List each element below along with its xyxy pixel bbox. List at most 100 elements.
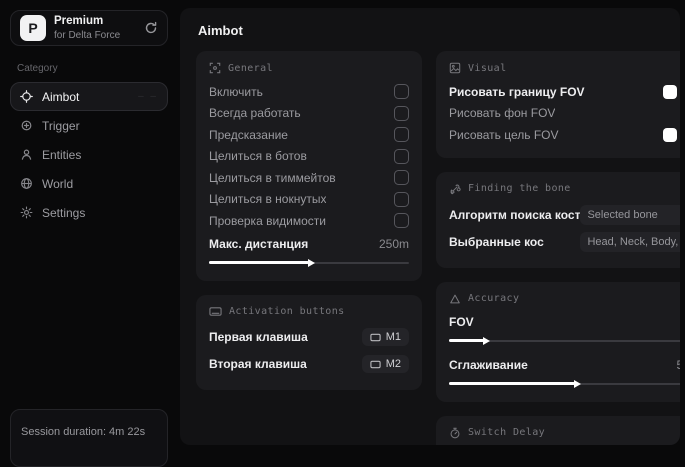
panel-title-text: Activation buttons [229, 305, 345, 317]
bone-algorithm-dropdown[interactable]: Selected bone [580, 205, 680, 225]
panel-title-text: Finding the bone [468, 183, 571, 194]
setting-row: Целиться в нокнутых [209, 189, 409, 211]
keybind-row: Вторая клавиша M2 [209, 351, 409, 378]
setting-row: Проверка видимости [209, 210, 409, 232]
visual-panel: Visual Рисовать границу FOV Рисовать фон… [436, 51, 680, 158]
page-title: Aimbot [198, 23, 243, 38]
sidebar-item-label: World [42, 176, 74, 191]
color-swatch-fov-target[interactable] [663, 127, 678, 142]
keybind-label: Вторая клавиша [209, 357, 307, 371]
sidebar-item-trigger[interactable]: Trigger [10, 111, 168, 140]
checkbox-target-bots[interactable] [394, 148, 409, 164]
keybind-button-2[interactable]: M2 [361, 355, 409, 373]
brand-logo: P [20, 15, 46, 41]
dropdown-row: Алгоритм поиска кост Selected bone [449, 202, 680, 229]
crosshair-icon [20, 90, 33, 103]
selected-bones-dropdown[interactable]: Head, Neck, Body, Pe.. [580, 232, 680, 252]
smoothing-value: 50% [676, 357, 680, 372]
setting-label: Рисовать цель FOV [449, 127, 559, 142]
sidebar-item-label: Aimbot [42, 89, 80, 104]
dropdown-row: Выбранные кос Head, Neck, Body, Pe.. [449, 229, 680, 256]
mouse-key-icon [370, 333, 381, 341]
fov-label: FOV [449, 314, 474, 329]
image-icon [449, 62, 461, 74]
accuracy-panel: Accuracy FOV 50° Сглаживание 50% [436, 281, 680, 402]
entities-icon [20, 148, 33, 161]
stopwatch-icon [450, 427, 460, 438]
session-duration-text: Session duration: 4m 22s [21, 426, 146, 438]
switch-delay-panel: Switch Delay Задержка переключения Задер… [436, 415, 680, 445]
setting-label: Целиться в нокнутых [209, 192, 327, 207]
general-panel: General Включить Всегда работать Предска… [196, 51, 422, 281]
keybind-button-1[interactable]: M1 [361, 328, 409, 346]
setting-label: Предсказание [209, 127, 288, 142]
setting-row: Всегда работать [209, 103, 409, 125]
dropdown-label: Выбранные кос [449, 235, 544, 249]
checkbox-always-work[interactable] [394, 105, 409, 121]
sidebar-item-aimbot[interactable]: Aimbot – – [10, 82, 168, 111]
sidebar-item-settings[interactable]: Settings [10, 198, 168, 227]
slider-thumb[interactable] [573, 379, 581, 388]
smoothing-slider[interactable] [449, 378, 680, 390]
gear-icon [20, 206, 33, 219]
setting-label: Всегда работать [209, 106, 301, 121]
setting-label: Целиться в тиммейтов [209, 170, 336, 185]
setting-row: Предсказание [209, 124, 409, 146]
setting-row: Целиться в тиммейтов [209, 167, 409, 189]
panel-title-text: Switch Delay [468, 427, 546, 438]
session-duration-card: Session duration: 4m 22s [10, 409, 168, 467]
checkbox-target-knocked[interactable] [394, 191, 409, 207]
setting-label: Проверка видимости [209, 213, 326, 228]
main-panel: Aimbot General Включить Всегда работать [180, 8, 680, 445]
item-hint-dashes: – – [138, 91, 158, 102]
globe-icon [20, 177, 33, 190]
keyboard-icon [209, 306, 222, 316]
brand-title: Premium [54, 15, 104, 28]
general-icon [209, 62, 221, 74]
category-label: Category [17, 63, 58, 74]
sidebar-item-entities[interactable]: Entities [10, 140, 168, 169]
setting-label: Рисовать границу FOV [449, 84, 585, 99]
sidebar-nav: Aimbot – – Trigger Entities World Settin… [10, 82, 168, 227]
checkbox-target-teammates[interactable] [394, 170, 409, 186]
smoothing-label: Сглаживание [449, 357, 528, 372]
color-swatch-fov-border[interactable] [663, 84, 678, 99]
slider-thumb[interactable] [483, 336, 491, 345]
slider-thumb[interactable] [308, 258, 315, 267]
checkbox-enable[interactable] [394, 84, 409, 100]
setting-row: Рисовать фон FOV [449, 103, 680, 125]
setting-row: Целиться в ботов [209, 146, 409, 168]
max-distance-slider[interactable] [209, 257, 409, 269]
sidebar-item-label: Settings [42, 205, 86, 220]
panel-title-text: General [228, 62, 273, 74]
dropdown-label: Алгоритм поиска кост [449, 208, 581, 222]
sidebar-item-world[interactable]: World [10, 169, 168, 198]
trigger-icon [20, 119, 33, 132]
checkbox-prediction[interactable] [394, 127, 409, 143]
setting-label: Рисовать фон FOV [449, 106, 556, 121]
finding-bone-panel: Finding the bone Алгоритм поиска кост Se… [436, 171, 680, 268]
brand-subtitle: for Delta Force [54, 29, 121, 41]
setting-row: Рисовать границу FOV [449, 81, 680, 103]
activation-buttons-panel: Activation buttons Первая клавиша M1 Вто… [196, 294, 422, 390]
keybind-label: Первая клавиша [209, 330, 308, 344]
checkbox-visibility-check[interactable] [394, 213, 409, 229]
max-distance-label: Макс. дистанция [209, 236, 309, 251]
panel-title-text: Visual [468, 62, 507, 74]
max-distance-value: 250m [378, 236, 409, 251]
keybind-row: Первая клавиша M1 [209, 324, 409, 351]
setting-row: Рисовать цель FOV [449, 124, 680, 146]
setting-row: Включить [209, 81, 409, 103]
fov-slider[interactable] [449, 335, 680, 347]
panel-title-text: Accuracy [468, 293, 520, 304]
mouse-key-icon [370, 360, 381, 368]
triangle-icon [450, 294, 460, 303]
sidebar: P Premium for Delta Force Category Aimbo… [0, 0, 178, 467]
setting-label: Включить [209, 84, 263, 99]
sidebar-item-label: Trigger [42, 118, 80, 133]
refresh-icon[interactable] [144, 21, 158, 35]
brand-card: P Premium for Delta Force [10, 10, 168, 46]
sidebar-item-label: Entities [42, 147, 82, 162]
bone-icon [450, 184, 461, 194]
setting-label: Целиться в ботов [209, 149, 307, 164]
